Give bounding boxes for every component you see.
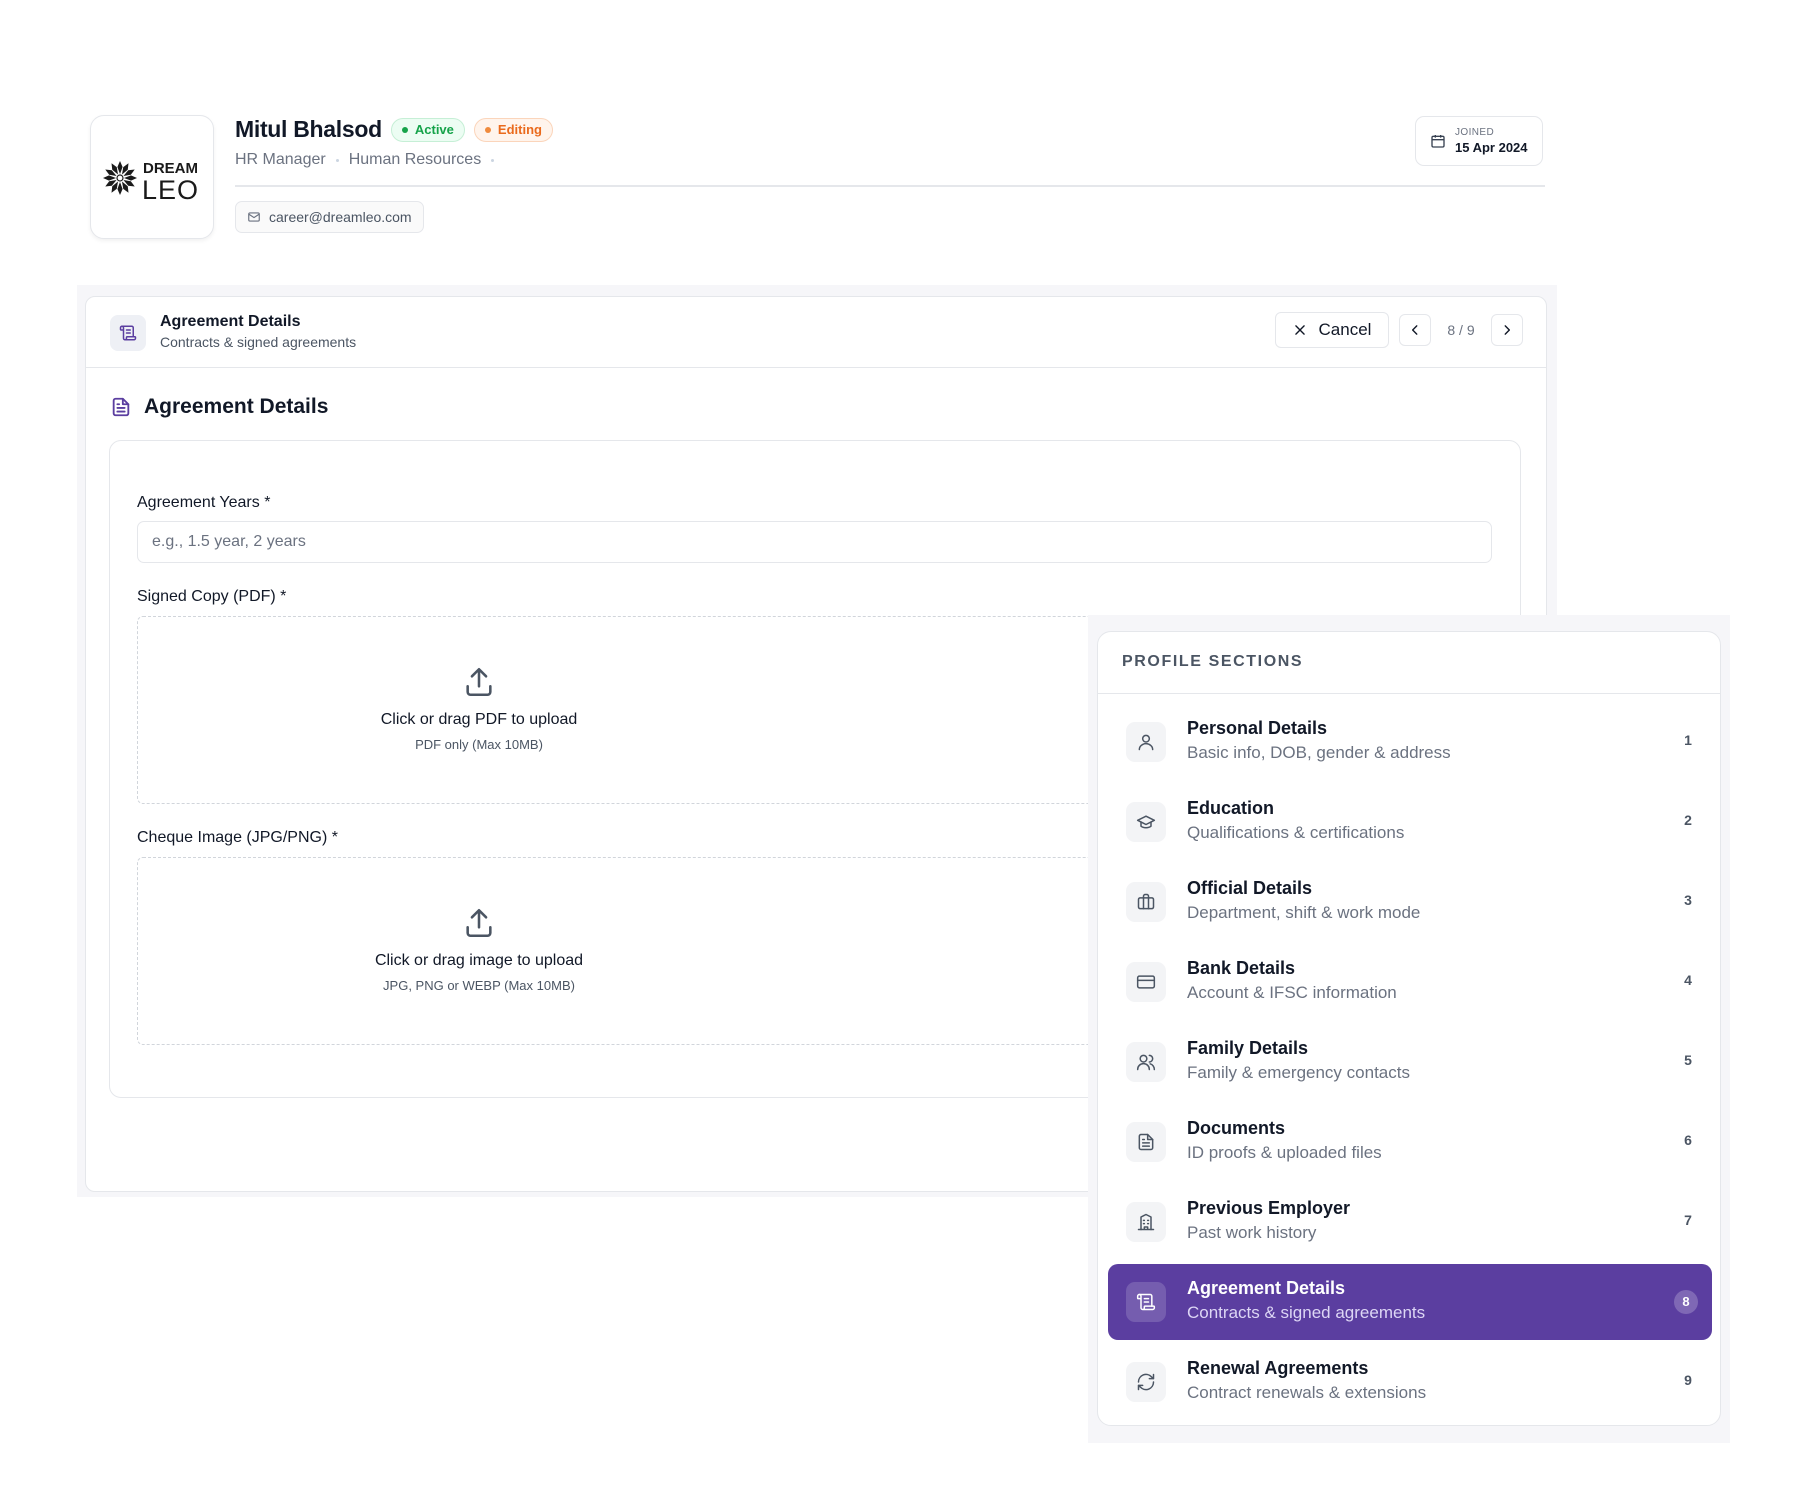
section-number: 9 [1684, 1372, 1692, 1388]
section-title: Official Details [1187, 878, 1313, 898]
section-number: 7 [1684, 1212, 1692, 1228]
upload-icon [466, 667, 492, 697]
cheque-image-upload-hint: JPG, PNG or WEBP (Max 10MB) [383, 978, 575, 993]
agreement-years-label: Agreement Years * [137, 494, 271, 511]
cheque-image-label: Cheque Image (JPG/PNG) * [137, 829, 338, 846]
section-title: Education [1187, 798, 1275, 818]
profile-section-bank-details[interactable]: Bank Details Account & IFSC information 4 [1108, 944, 1712, 1020]
form-section-heading: Agreement Details [110, 395, 328, 419]
scroll-icon [119, 325, 137, 341]
section-number: 2 [1684, 812, 1692, 828]
employee-department: Human Resources [348, 151, 482, 168]
dreamleo-logo-mark: DREAM LEO [103, 160, 199, 205]
joined-date-card: JOINED 15 Apr 2024 [1415, 116, 1543, 166]
joined-label: JOINED [1455, 127, 1495, 138]
profile-section-renewal-agreements[interactable]: Renewal Agreements Contract renewals & ex… [1108, 1344, 1712, 1420]
section-description: Qualifications & certifications [1187, 823, 1405, 842]
cancel-button[interactable]: Cancel [1275, 312, 1389, 348]
section-title: Personal Details [1187, 718, 1328, 738]
panel-header: Agreement Details Contracts & signed agr… [86, 297, 1546, 368]
profile-section-official-details[interactable]: Official Details Department, shift & work… [1108, 864, 1712, 940]
signed-copy-upload-hint: PDF only (Max 10MB) [415, 737, 543, 752]
section-description: Department, shift & work mode [1187, 903, 1421, 922]
section-description: Contracts & signed agreements [1187, 1303, 1426, 1322]
signed-copy-label: Signed Copy (PDF) * [137, 588, 287, 605]
section-number: 8 [1674, 1290, 1698, 1314]
briefcase-icon [1126, 882, 1166, 922]
section-number: 1 [1684, 732, 1692, 748]
profile-section-agreement-details[interactable]: Agreement Details Contracts & signed agre… [1108, 1264, 1712, 1340]
next-section-button[interactable] [1491, 314, 1523, 346]
section-description: Family & emergency contacts [1187, 1063, 1410, 1082]
section-description: Contract renewals & extensions [1187, 1383, 1427, 1402]
status-badge-editing: Editing [473, 117, 553, 142]
employee-header: Mitul Bhalsod Active Editing [235, 116, 553, 143]
previous-section-button[interactable] [1399, 314, 1431, 346]
panel-title: Agreement Details [160, 313, 301, 330]
section-title: Family Details [1187, 1038, 1309, 1058]
section-description: ID proofs & uploaded files [1187, 1143, 1382, 1162]
company-logo: DREAM LEO [90, 115, 214, 239]
calendar-icon [1431, 135, 1445, 148]
email-chip[interactable]: career@dreamleo.com [235, 201, 424, 233]
profile-section-documents[interactable]: Documents ID proofs & uploaded files 6 [1108, 1104, 1712, 1180]
section-description: Account & IFSC information [1187, 983, 1397, 1002]
section-description: Basic info, DOB, gender & address [1187, 743, 1451, 762]
agreement-years-input[interactable] [137, 521, 1492, 563]
section-title: Agreement Details [1187, 1278, 1346, 1298]
profile-section-previous-employer[interactable]: Previous Employer Past work history 7 [1108, 1184, 1712, 1260]
joined-date: 15 Apr 2024 [1455, 140, 1528, 155]
signed-copy-upload-title: Click or drag PDF to upload [380, 711, 578, 728]
editing-dot-icon [484, 126, 491, 133]
svg-text:LEO: LEO [142, 175, 199, 205]
profile-sections-panel: PROFILE SECTIONS Personal Details Basic i… [1097, 631, 1721, 1426]
section-number: 4 [1684, 972, 1692, 988]
section-title: Bank Details [1187, 958, 1296, 978]
section-description: Past work history [1187, 1223, 1317, 1242]
close-icon [1294, 325, 1305, 335]
user-icon [1126, 722, 1166, 762]
employee-meta: HR Manager Human Resources [235, 151, 495, 169]
section-number: 3 [1684, 892, 1692, 908]
section-number: 6 [1684, 1132, 1692, 1148]
chevron-left-icon [1411, 325, 1418, 335]
section-title: Renewal Agreements [1187, 1358, 1369, 1378]
profile-section-personal-details[interactable]: Personal Details Basic info, DOB, gender … [1108, 704, 1712, 780]
employee-email: career@dreamleo.com [269, 209, 412, 225]
status-badge-active: Active [390, 117, 465, 142]
building-icon [1126, 1202, 1166, 1242]
mail-icon [248, 212, 260, 222]
upload-icon [466, 908, 492, 938]
section-title: Documents [1187, 1118, 1286, 1138]
chevron-right-icon [1504, 325, 1511, 335]
credit-card-icon [1126, 962, 1166, 1002]
panel-subtitle: Contracts & signed agreements [160, 334, 357, 350]
cheque-image-upload-title: Click or drag image to upload [374, 952, 584, 969]
section-title: Previous Employer [1187, 1198, 1351, 1218]
section-pager: 8 / 9 [1447, 322, 1475, 338]
status-dot-icon [401, 126, 408, 133]
scroll-icon [1126, 1282, 1166, 1322]
profile-sections-header: PROFILE SECTIONS [1098, 632, 1720, 694]
employee-name: Mitul Bhalsod [235, 116, 382, 142]
meta-separator [491, 158, 495, 162]
profile-section-family-details[interactable]: Family Details Family & emergency contact… [1108, 1024, 1712, 1100]
panel-icon-box [110, 315, 146, 351]
refresh-icon [1126, 1362, 1166, 1402]
file-text-icon [1126, 1122, 1166, 1162]
header-divider [235, 185, 1545, 187]
profile-section-education[interactable]: Education Qualifications & certifications… [1108, 784, 1712, 860]
file-text-icon [112, 397, 130, 417]
users-icon [1126, 1042, 1166, 1082]
graduation-cap-icon [1126, 802, 1166, 842]
employee-role: HR Manager [235, 151, 326, 168]
meta-separator [335, 158, 339, 162]
section-number: 5 [1684, 1052, 1692, 1068]
